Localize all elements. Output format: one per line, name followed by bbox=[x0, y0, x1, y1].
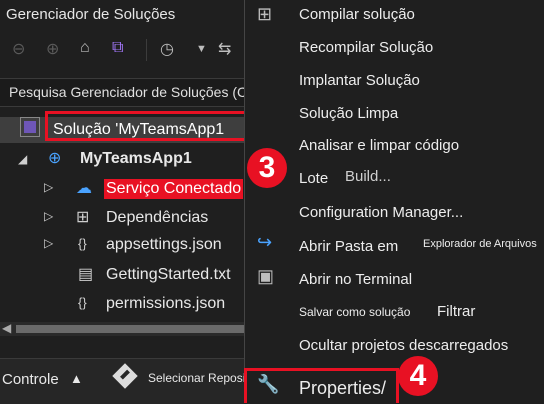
dependencies-icon: ⊞ bbox=[76, 209, 90, 226]
connected-service-icon: ☁ bbox=[76, 180, 92, 197]
solution-highlight-box bbox=[45, 111, 250, 141]
step-badge-3: 3 bbox=[247, 148, 287, 188]
collapsed-arrow-icon[interactable]: ▷ bbox=[44, 209, 53, 223]
menu-item-configuration-manager[interactable]: Configuration Manager... bbox=[299, 204, 463, 221]
build-solution-icon: ⊞ bbox=[257, 4, 273, 24]
pane-title: Gerenciador de Soluções bbox=[6, 6, 176, 23]
home-icon[interactable]: ⌂ bbox=[80, 39, 90, 57]
solution-icon bbox=[20, 117, 40, 137]
menu-item-batch[interactable]: Lote bbox=[299, 170, 328, 187]
search-box[interactable]: Pesquisa Gerenciador de Soluções (Ctrl+ bbox=[0, 78, 267, 107]
tree-item-appsettings[interactable]: ▷ {} appsettings.json bbox=[0, 232, 250, 258]
properties-highlight-box bbox=[244, 368, 399, 403]
json-file-icon: {} bbox=[78, 236, 87, 251]
menu-item-compile[interactable]: Compilar solução bbox=[299, 6, 415, 23]
tree-item-dependencies[interactable]: ▷ ⊞ Dependências bbox=[0, 205, 250, 231]
bottom-bar: Controle ▲ Selecionar Repositório bbox=[0, 358, 269, 404]
git-repo-icon[interactable] bbox=[112, 363, 138, 389]
tree-item-connected-service[interactable]: ▷ ☁ Serviço Conectado bbox=[0, 176, 250, 202]
search-input[interactable]: Pesquisa Gerenciador de Soluções (Ctrl+ bbox=[9, 84, 267, 100]
menu-item-recompile[interactable]: Recompilar Solução bbox=[299, 39, 433, 56]
menu-item-analyze[interactable]: Analisar e limpar código bbox=[299, 137, 459, 154]
json-file-icon: {} bbox=[78, 295, 87, 310]
menu-item-build[interactable]: Build... bbox=[345, 168, 391, 185]
menu-item-clean[interactable]: Solução Limpa bbox=[299, 105, 398, 122]
expanded-arrow-icon[interactable]: ◢ bbox=[18, 152, 27, 166]
menu-item-deploy[interactable]: Implantar Solução bbox=[299, 72, 420, 89]
tree-item-gettingstarted[interactable]: ▤ GettingStarted.txt bbox=[0, 262, 250, 288]
sync-icon[interactable]: ⇆ bbox=[218, 39, 231, 59]
scrollbar-thumb[interactable] bbox=[16, 325, 244, 333]
text-file-icon: ▤ bbox=[78, 266, 94, 283]
menu-item-hide-unloaded[interactable]: Ocultar projetos descarregados bbox=[299, 337, 508, 354]
context-menu: ⊞ Compilar solução Recompilar Solução Im… bbox=[244, 0, 544, 403]
back-icon[interactable]: ⊖ bbox=[12, 39, 25, 59]
terminal-icon: ▣ bbox=[257, 266, 275, 286]
tree-item-label: appsettings.json bbox=[106, 236, 222, 253]
menu-item-open-terminal[interactable]: Abrir no Terminal bbox=[299, 271, 412, 288]
tree-item-label: permissions.json bbox=[106, 295, 226, 312]
menu-item-file-explorer[interactable]: Explorador de Arquivos bbox=[423, 238, 537, 250]
tree-item-label: Serviço Conectado bbox=[104, 179, 244, 199]
explorer-toolbar: ⊖ ⊕ ⌂ ⧉ ◷ ▼ ⇆ bbox=[0, 33, 250, 67]
tree-item-project[interactable]: ◢ ⊕ MyTeamsApp1 bbox=[0, 146, 250, 172]
step-badge-4: 4 bbox=[398, 356, 438, 396]
forward-icon[interactable]: ⊕ bbox=[46, 39, 59, 59]
collapsed-arrow-icon[interactable]: ▷ bbox=[44, 180, 53, 194]
horizontal-scrollbar[interactable]: ◀ bbox=[0, 321, 244, 336]
vs-switch-view-icon[interactable]: ⧉ bbox=[112, 39, 123, 57]
tree-item-label: GettingStarted.txt bbox=[106, 266, 231, 283]
menu-item-filter[interactable]: Filtrar bbox=[437, 303, 475, 320]
history-icon[interactable]: ◷ bbox=[160, 39, 174, 59]
menu-icon-gutter bbox=[245, 0, 289, 403]
open-folder-arrow-icon: ↪ bbox=[257, 232, 273, 252]
project-label: MyTeamsApp1 bbox=[80, 150, 192, 167]
tree-item-label: Dependências bbox=[106, 209, 209, 226]
solution-explorer-pane: Gerenciador de Soluções ⊖ ⊕ ⌂ ⧉ ◷ ▼ ⇆ Pe… bbox=[0, 0, 269, 404]
web-project-icon: ⊕ bbox=[48, 150, 62, 167]
scroll-left-icon[interactable]: ◀ bbox=[2, 321, 11, 335]
collapsed-arrow-icon[interactable]: ▷ bbox=[44, 236, 53, 250]
menu-item-open-folder[interactable]: Abrir Pasta em bbox=[299, 238, 398, 255]
tree-item-permissions[interactable]: {} permissions.json bbox=[0, 291, 250, 317]
controle-tab[interactable]: Controle bbox=[2, 371, 59, 388]
toolbar-separator bbox=[146, 39, 147, 61]
caret-up-icon[interactable]: ▲ bbox=[70, 371, 83, 386]
menu-item-save-as-solution[interactable]: Salvar como solução bbox=[299, 305, 410, 319]
chevron-down-icon[interactable]: ▼ bbox=[196, 43, 207, 55]
